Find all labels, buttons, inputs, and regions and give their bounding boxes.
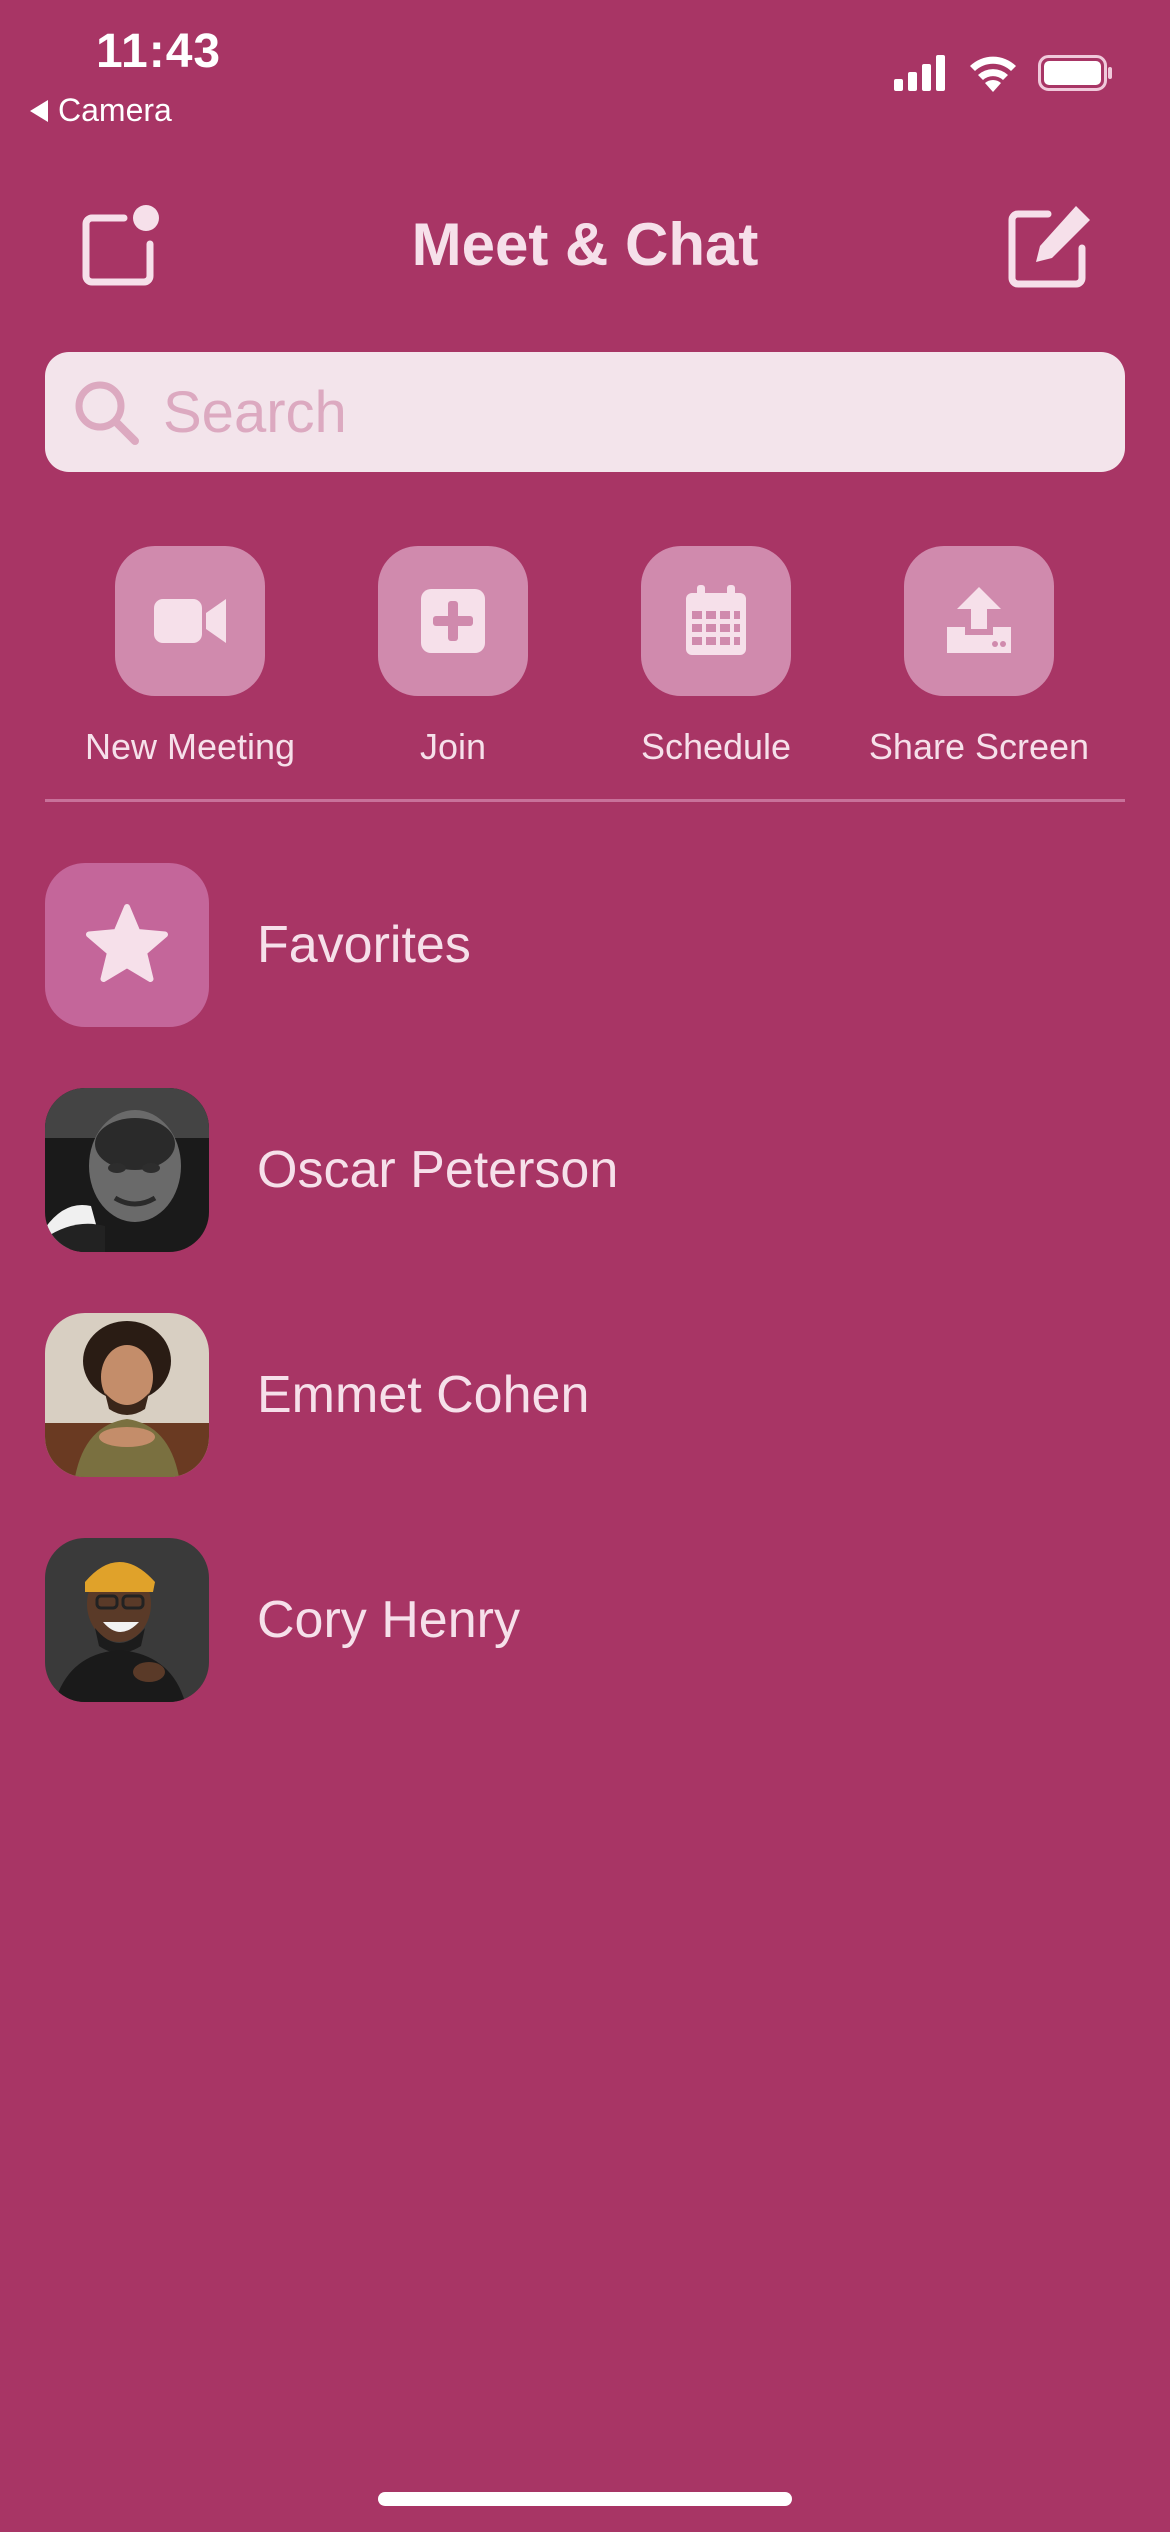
join-label: Join — [419, 726, 487, 767]
battery-icon — [1038, 55, 1112, 91]
avatar — [45, 1538, 209, 1702]
search-icon — [75, 381, 139, 445]
cellular-signal-icon — [894, 55, 945, 91]
list-item-label: Favorites — [257, 916, 471, 974]
back-app-label: Camera — [58, 92, 172, 128]
back-to-app-link[interactable]: Camera — [30, 92, 172, 129]
back-arrow-icon — [30, 99, 48, 122]
share-screen-label: Share Screen — [868, 726, 1090, 767]
share-screen-tile[interactable] — [904, 546, 1054, 696]
home-indicator[interactable] — [378, 2492, 792, 2506]
list-item-favorites[interactable]: Favorites — [45, 863, 1125, 1027]
join-tile[interactable] — [378, 546, 528, 696]
new-meeting-tile[interactable] — [115, 546, 265, 696]
status-time: 11:43 — [96, 25, 222, 78]
page-title: Meet & Chat — [411, 211, 759, 278]
list-item-cory-henry[interactable]: Cory Henry — [45, 1538, 1125, 1702]
favorites-tile — [45, 863, 209, 1027]
schedule-tile[interactable] — [641, 546, 791, 696]
wifi-icon — [970, 56, 1016, 92]
join-button[interactable]: Join — [322, 546, 584, 768]
search-bar[interactable] — [45, 352, 1125, 472]
avatar — [45, 1313, 209, 1477]
upload-icon — [947, 587, 1011, 653]
schedule-label: Schedule — [640, 726, 792, 767]
avatar — [45, 1088, 209, 1252]
video-camera-icon — [154, 599, 226, 643]
list-item-label: Emmet Cohen — [257, 1366, 590, 1424]
calendar-icon — [686, 585, 746, 655]
list-item-oscar-peterson[interactable]: Oscar Peterson — [45, 1088, 1125, 1252]
new-meeting-button[interactable]: New Meeting — [59, 546, 321, 768]
divider — [45, 799, 1125, 802]
compose-icon[interactable] — [1004, 202, 1094, 292]
status-icons — [894, 54, 1114, 92]
list-item-label: Oscar Peterson — [257, 1141, 619, 1199]
share-screen-button[interactable]: Share Screen — [848, 546, 1110, 768]
new-meeting-label: New Meeting — [84, 726, 296, 767]
list-item-label: Cory Henry — [257, 1591, 520, 1649]
plus-square-icon — [421, 589, 485, 653]
list-item-emmet-cohen[interactable]: Emmet Cohen — [45, 1313, 1125, 1477]
star-icon — [86, 904, 168, 982]
search-input[interactable] — [163, 378, 1063, 446]
schedule-button[interactable]: Schedule — [585, 546, 847, 768]
